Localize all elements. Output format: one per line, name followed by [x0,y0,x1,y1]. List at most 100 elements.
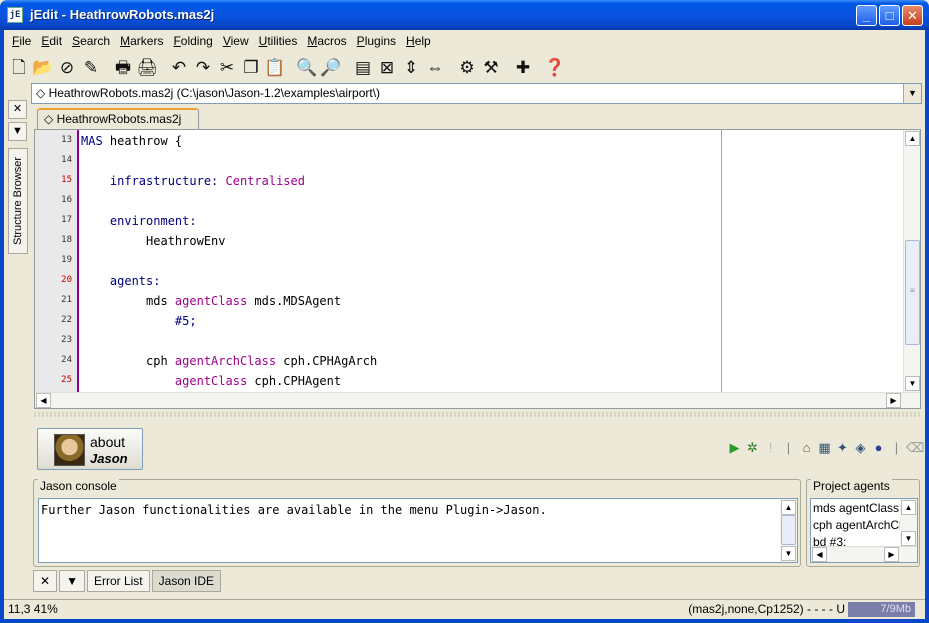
about-jason-button[interactable]: about Jason [37,428,143,470]
text-editor[interactable]: 13 14 15 16 17 18 19 20 21 22 23 24 25 MAS heathrow … [34,129,921,409]
menu-edit[interactable]: Edit [41,34,62,48]
jedit-app-icon: jE [7,7,23,23]
code-text-area[interactable]: MAS heathrow { infrastructure: Centralis… [81,130,721,392]
stop-mas-icon[interactable]: ! [762,439,779,456]
line-number: 22 [61,315,72,325]
close-window-button[interactable]: ✕ [902,5,923,26]
line-number-gutter[interactable]: 13 14 15 16 17 18 19 20 21 22 23 24 25 [35,130,79,392]
info-icon[interactable]: ● [870,439,887,456]
open-folder-icon[interactable]: 📂 [32,56,54,78]
menu-plugins[interactable]: Plugins [357,34,396,48]
menu-markers[interactable]: Markers [120,34,163,48]
new-agent-icon[interactable]: ▦ [816,439,833,456]
buffer-selector[interactable]: ◇ HeathrowRobots.mas2j (C:\jason\Jason-1… [31,83,922,104]
maximize-button[interactable]: □ [879,5,900,26]
list-item[interactable]: cph agentArchCl [813,518,902,532]
list-item[interactable]: mds agentClass [813,501,899,515]
menu-search[interactable]: Search [72,34,110,48]
code-token: agentClass [174,294,248,308]
title-bar: jE jEdit - HeathrowRobots.mas2j _ □ ✕ [0,0,929,30]
menu-file[interactable]: File [12,34,31,48]
console-scroll-thumb[interactable] [781,515,796,545]
scroll-down-icon[interactable]: ▼ [905,376,920,391]
console-scroll-up-icon[interactable]: ▲ [781,500,796,515]
agents-scroll-up-icon[interactable]: ▲ [901,500,916,515]
plugin-manager-icon[interactable]: ✚ [512,56,534,78]
help-icon[interactable]: ❓ [544,56,566,78]
console-scroll-down-icon[interactable]: ▼ [781,546,796,561]
menu-help[interactable]: Help [406,34,431,48]
tab-jason-ide[interactable]: Jason IDE [151,570,221,592]
config-icon[interactable]: ◈ [852,439,869,456]
clear-console-icon[interactable]: ⌫ [906,439,924,456]
code-line: cph agentArchClass cph.CPHAgArch [81,354,377,368]
redo-icon[interactable]: ↷ [192,56,214,78]
scroll-up-icon[interactable]: ▲ [905,131,920,146]
agents-horizontal-scrollbar[interactable]: ◀ ▶ [811,546,917,562]
global-options-icon[interactable]: ⚒ [480,56,502,78]
new-file-icon[interactable]: 🗋 [8,56,30,78]
dock-menu-chevron-icon[interactable]: ▼ [8,122,27,141]
cut-icon[interactable]: ✂ [216,56,238,78]
close-buffer-icon[interactable]: ⊘ [56,56,78,78]
buffer-options-icon[interactable]: ⚙ [456,56,478,78]
structure-browser-tab[interactable]: Structure Browser [8,148,28,254]
console-vertical-scrollbar[interactable]: ▲ ▼ [780,499,797,562]
code-token: infrastructure: [81,174,226,188]
close-bottom-dock-icon[interactable]: ✕ [33,570,58,592]
code-token: heathrow { [102,134,183,148]
jason-console-text-area[interactable]: Further Jason functionalities are availa… [38,498,798,563]
debug-mas-icon[interactable]: ✲ [744,439,761,456]
run-mas-icon[interactable]: ▶ [726,439,743,456]
panel-splitter[interactable] [34,412,921,417]
find-next-icon[interactable]: 🔎 [320,56,342,78]
code-line: agents: [81,274,161,288]
agents-scroll-down-icon[interactable]: ▼ [901,531,916,546]
print-icon[interactable]: 🖶 [112,56,134,78]
close-dock-icon[interactable]: ✕ [8,100,27,119]
menu-utilities[interactable]: Utilities [259,34,298,48]
scroll-left-icon[interactable]: ◀ [36,393,51,408]
separator-icon: | [786,439,791,455]
agents-vertical-scrollbar[interactable]: ▲ ▼ [900,499,917,547]
editor-tab[interactable]: ◇ HeathrowRobots.mas2j [37,108,199,129]
copy-icon[interactable]: ❐ [240,56,262,78]
editor-vertical-scrollbar[interactable]: ▲ ≡ ▼ [903,130,920,392]
code-line: agentClass cph.CPHAgent [81,374,341,388]
code-token: environment: [81,214,197,228]
new-view-icon[interactable]: ▤ [352,56,374,78]
agents-scroll-right-icon[interactable]: ▶ [884,547,899,562]
code-token: cph.CPHAgArch [276,354,378,368]
menu-view[interactable]: View [223,34,249,48]
tab-error-list[interactable]: Error List [86,570,150,592]
bottom-dock-chevron-icon[interactable]: ▼ [59,570,85,592]
find-icon[interactable]: 🔍 [296,56,318,78]
buffer-status[interactable]: (mas2j,none,Cp1252) - - - - U [688,600,845,619]
line-number: 18 [61,235,72,245]
paste-icon[interactable]: 📋 [264,56,286,78]
mind-inspector-icon[interactable]: ⌂ [798,439,815,456]
wrap-guide [721,130,722,392]
menu-macros[interactable]: Macros [307,34,346,48]
editor-horizontal-scrollbar[interactable]: ◀ ▶ [35,392,920,408]
chevron-down-icon[interactable]: ▼ [903,84,921,103]
memory-indicator[interactable]: 7/9Mb [848,602,915,617]
edit-pencil-icon[interactable]: ✎ [80,56,102,78]
code-token: mds.MDSAgent [247,294,342,308]
left-dock: ✕ ▼ Structure Browser [8,100,28,254]
project-agents-list[interactable]: mds agentClass cph agentArchCl bd #3; ▲ … [810,498,918,563]
add-agent-icon[interactable]: ✦ [834,439,851,456]
unsplit-icon[interactable]: ⊠ [376,56,398,78]
caret-position[interactable]: 11,3 41% [8,600,58,619]
scroll-right-icon[interactable]: ▶ [886,393,901,408]
undo-icon[interactable]: ↶ [168,56,190,78]
code-token: cph.CPHAgent [247,374,342,388]
scroll-thumb[interactable]: ≡ [905,240,920,345]
code-line: HeathrowEnv [81,234,225,248]
agents-scroll-left-icon[interactable]: ◀ [812,547,827,562]
menu-folding[interactable]: Folding [173,34,212,48]
page-setup-icon[interactable]: 🖨 [136,56,158,78]
split-vertical-icon[interactable]: ⇔ [424,56,446,78]
split-horizontal-icon[interactable]: ⇕ [400,56,422,78]
minimize-button[interactable]: _ [856,5,877,26]
